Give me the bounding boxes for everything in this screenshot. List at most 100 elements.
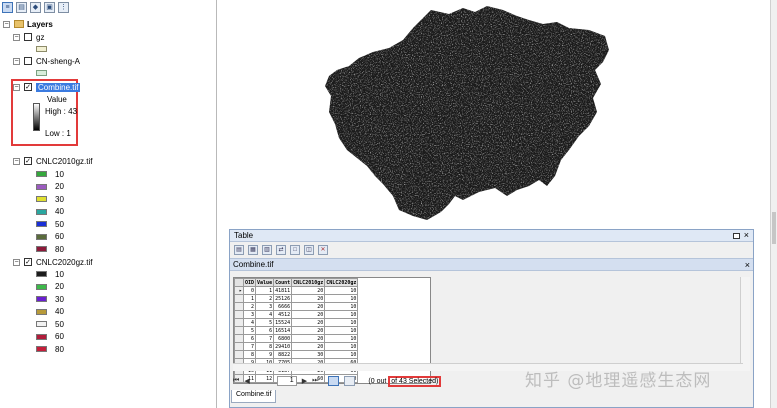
show-selected-records-button[interactable] xyxy=(344,376,356,386)
table-row[interactable]: 6 7 6800 20 10 xyxy=(234,334,359,343)
table-row[interactable]: 3 4 4512 20 10 xyxy=(234,310,359,319)
collapse-icon[interactable]: − xyxy=(13,157,20,165)
row-selector[interactable] xyxy=(234,310,244,319)
layer-cn-sheng-a[interactable]: − CN-sheng-A xyxy=(13,55,80,67)
options-icon[interactable]: ⋮ xyxy=(58,2,69,13)
table-cell[interactable]: 20 xyxy=(291,294,326,303)
row-selector[interactable] xyxy=(234,342,244,351)
row-selector[interactable] xyxy=(234,326,244,335)
table-cell[interactable]: 20 xyxy=(291,286,326,295)
layer-combine[interactable]: − ✓ Combine.tif xyxy=(13,81,81,93)
list-by-selection-icon[interactable]: ▣ xyxy=(44,2,55,13)
layer-visibility-checkbox[interactable]: ✓ xyxy=(24,157,32,165)
delete-selected-icon[interactable]: ✕ xyxy=(318,245,328,255)
table-cell[interactable]: 10 xyxy=(324,334,359,343)
table-cell[interactable]: 20 xyxy=(291,326,326,335)
column-header-cnlc2020gz[interactable]: CNLC2020gz xyxy=(324,278,359,287)
layer-visibility-checkbox[interactable] xyxy=(24,57,32,65)
table-cell[interactable]: 25126 xyxy=(273,294,293,303)
column-header-oid[interactable]: OID xyxy=(242,278,257,287)
collapse-icon[interactable]: − xyxy=(13,57,20,65)
table-cell[interactable]: 20 xyxy=(291,302,326,311)
table-cell[interactable]: 2 xyxy=(255,294,275,303)
collapse-icon[interactable]: − xyxy=(13,83,20,91)
column-header-count[interactable]: Count xyxy=(273,278,293,287)
row-selector[interactable] xyxy=(234,350,244,359)
row-selector[interactable] xyxy=(234,294,244,303)
table-cell[interactable]: 10 xyxy=(324,302,359,311)
table-cell[interactable]: 1 xyxy=(255,286,275,295)
list-by-drawing-order-icon[interactable]: ≡ xyxy=(2,2,13,13)
table-cell[interactable]: 4 xyxy=(255,310,275,319)
layer-cnlc2020[interactable]: − ✓ CNLC2020gz.tif xyxy=(13,256,92,268)
table-cell[interactable]: 6800 xyxy=(273,334,293,343)
table-cell[interactable]: 29410 xyxy=(273,342,293,351)
collapse-icon[interactable]: − xyxy=(13,258,20,266)
close-button[interactable]: × xyxy=(744,231,749,240)
table-cell[interactable]: 8 xyxy=(242,350,257,359)
table-row[interactable]: ▸ 0 1 41811 20 10 xyxy=(234,286,359,295)
table-cell[interactable]: 4 xyxy=(242,318,257,327)
table-cell[interactable]: 0 xyxy=(242,286,257,295)
row-selector[interactable] xyxy=(234,318,244,327)
table-row[interactable]: 4 5 15524 20 10 xyxy=(234,318,359,327)
table-cell[interactable]: 20 xyxy=(291,334,326,343)
table-cell[interactable]: 1 xyxy=(242,294,257,303)
previous-record-button[interactable]: ◀ xyxy=(244,377,249,385)
layer-gz[interactable]: − gz xyxy=(13,31,44,43)
layer-visibility-checkbox[interactable]: ✓ xyxy=(24,83,32,91)
table-cell[interactable]: 10 xyxy=(324,342,359,351)
table-row[interactable]: 5 6 16514 20 10 xyxy=(234,326,359,335)
table-vertical-scrollbar[interactable] xyxy=(740,277,750,371)
row-selector[interactable] xyxy=(234,334,244,343)
table-cell[interactable]: 20 xyxy=(291,342,326,351)
table-cell[interactable]: 15524 xyxy=(273,318,293,327)
table-options-icon[interactable]: ▤ xyxy=(234,245,244,255)
show-all-records-button[interactable] xyxy=(328,376,340,386)
related-tables-icon[interactable]: ▦ xyxy=(248,245,258,255)
table-cell[interactable]: 10 xyxy=(324,326,359,335)
record-number-input[interactable]: 1 xyxy=(276,376,297,386)
table-cell[interactable]: 10 xyxy=(324,286,359,295)
table-cell[interactable]: 3 xyxy=(242,310,257,319)
table-cell[interactable]: 3 xyxy=(255,302,275,311)
list-by-source-icon[interactable]: ▤ xyxy=(16,2,27,13)
collapse-icon[interactable]: − xyxy=(13,33,20,41)
scrollbar-thumb[interactable] xyxy=(772,212,776,244)
table-cell[interactable]: 2 xyxy=(242,302,257,311)
table-cell[interactable]: 30 xyxy=(291,350,326,359)
table-cell[interactable]: 10 xyxy=(324,310,359,319)
select-by-attributes-icon[interactable]: ▥ xyxy=(262,245,272,255)
table-cell[interactable]: 7 xyxy=(255,334,275,343)
table-row[interactable]: 7 8 29410 20 10 xyxy=(234,342,359,351)
table-row[interactable]: 1 2 25126 20 10 xyxy=(234,294,359,303)
table-cell[interactable]: 16514 xyxy=(273,326,293,335)
table-cell[interactable]: 6 xyxy=(242,334,257,343)
row-selector[interactable]: ▸ xyxy=(234,286,244,295)
table-cell[interactable]: 10 xyxy=(324,350,359,359)
table-cell[interactable]: 6 xyxy=(255,326,275,335)
row-selector[interactable] xyxy=(234,302,244,311)
table-cell[interactable]: 20 xyxy=(291,318,326,327)
list-by-visibility-icon[interactable]: ◆ xyxy=(30,2,41,13)
table-row[interactable]: 2 3 6666 20 10 xyxy=(234,302,359,311)
table-cell[interactable]: 20 xyxy=(291,310,326,319)
layers-root[interactable]: − Layers xyxy=(3,18,53,30)
next-record-button[interactable]: ▶ xyxy=(302,377,307,385)
table-cell[interactable]: 10 xyxy=(324,294,359,303)
table-cell[interactable]: 8 xyxy=(255,342,275,351)
switch-selection-icon[interactable]: ⇄ xyxy=(276,245,286,255)
table-row[interactable]: 8 9 8822 30 10 xyxy=(234,350,359,359)
layer-cnlc2010[interactable]: − ✓ CNLC2010gz.tif xyxy=(13,155,92,167)
table-cell[interactable]: 8822 xyxy=(273,350,293,359)
table-cell[interactable]: 10 xyxy=(324,318,359,327)
table-cell[interactable]: 4512 xyxy=(273,310,293,319)
tab-combine[interactable]: Combine.tif xyxy=(231,390,277,403)
collapse-icon[interactable]: − xyxy=(3,20,10,28)
table-cell[interactable]: 9 xyxy=(255,350,275,359)
close-tab-icon[interactable]: × xyxy=(745,260,750,270)
last-record-button[interactable]: ⏭ xyxy=(312,377,318,385)
table-window-titlebar[interactable]: Table × xyxy=(230,230,753,242)
table-cell[interactable]: 41811 xyxy=(273,286,293,295)
zoom-to-selected-icon[interactable]: ◫ xyxy=(304,245,314,255)
